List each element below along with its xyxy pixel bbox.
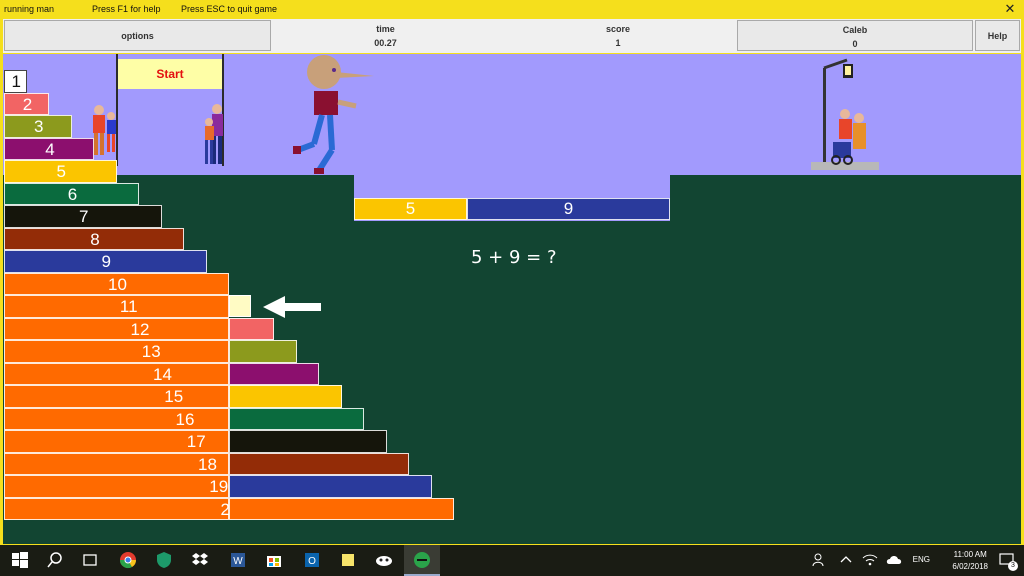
number-bar-label: 2 (22, 94, 33, 114)
number-bar-label: 4 (45, 139, 55, 159)
task-view-icon[interactable] (80, 550, 100, 570)
number-bar-16: 16 (4, 407, 229, 430)
outlook-icon[interactable]: O (302, 550, 322, 570)
dropbox-icon[interactable] (190, 550, 210, 570)
chevron-up-icon[interactable] (836, 550, 856, 570)
quit-hint: Press ESC to quit game (181, 4, 278, 14)
number-bar-15: 15 (4, 385, 229, 408)
number-bar-4: 4 (4, 137, 94, 160)
operand-a-label: 5 (405, 199, 416, 218)
extension-bar-17 (229, 430, 387, 453)
number-bar-label: 9 (101, 252, 111, 271)
number-bar-3: 3 (4, 115, 72, 138)
taskbar: W O ENG 11:00 AM 6/02/2018 3 (0, 545, 1024, 576)
operand-b-bar: 9 (467, 198, 670, 220)
shield-icon[interactable] (154, 550, 174, 570)
options-button[interactable]: options (4, 20, 271, 51)
info-bar: options time 00.27 score 1 Caleb 0 Help (3, 19, 1021, 53)
running-man-app-icon (414, 552, 430, 568)
extension-bar-19 (229, 475, 432, 498)
extension-bar-12 (229, 317, 274, 340)
number-bar-label: 7 (79, 207, 89, 226)
clock-date: 6/02/2018 (952, 562, 988, 571)
number-bar-6: 6 (4, 182, 139, 205)
score-panel: score 1 (501, 20, 735, 51)
unit-block[interactable] (229, 295, 251, 317)
number-bar-9: 9 (4, 250, 207, 273)
help-hint: Press F1 for help (92, 4, 161, 14)
time-value: 00.27 (374, 38, 397, 48)
number-bar-label: 6 (67, 184, 78, 204)
extension-bar-18 (229, 452, 409, 475)
extension-bar-15 (229, 385, 342, 408)
extension-bar-13 (229, 340, 297, 363)
number-bar-10: 10 (4, 272, 229, 295)
svg-text:W: W (233, 556, 243, 567)
operand-a-bar: 5 (354, 198, 467, 220)
player-score: 0 (852, 39, 858, 49)
game-area: Start 1234567 8 9 10 11 12 13 14 15 16 1… (3, 54, 1021, 544)
number-bar-8: 8 (4, 227, 184, 250)
sticky-notes-icon[interactable] (338, 550, 358, 570)
number-bar-label: 3 (34, 117, 44, 136)
clock-time: 11:00 AM (953, 550, 987, 559)
player-panel: Caleb 0 (737, 20, 973, 51)
running-man-icon (293, 55, 374, 174)
wifi-icon[interactable] (860, 550, 880, 570)
extension-bar-16 (229, 407, 364, 430)
math-question: 5 + 9 = ? (471, 247, 557, 268)
options-label: options (121, 31, 154, 41)
notification-count: 3 (1008, 561, 1018, 571)
number-bar-label: 8 (90, 229, 100, 249)
store-icon[interactable] (264, 550, 284, 570)
help-label: Help (987, 31, 1008, 41)
notifications-button[interactable]: 3 (998, 551, 1018, 571)
time-label: time (376, 24, 395, 34)
arrow-left-icon (263, 296, 321, 318)
number-bar-7: 7 (4, 205, 162, 228)
app-title: running man (4, 4, 55, 14)
number-bar-17: 17 (4, 430, 229, 453)
operand-b-label: 9 (563, 199, 574, 218)
help-button[interactable]: Help (975, 20, 1020, 51)
title-bar: running man Press F1 for help Press ESC … (0, 0, 1024, 18)
number-bar-13: 13 (4, 340, 229, 363)
spectator-couple-icon (205, 104, 223, 164)
time-panel: time 00.27 (273, 20, 498, 51)
svg-text:O: O (308, 556, 316, 567)
number-bar-14: 14 (4, 362, 229, 385)
number-bar-label: 1 (11, 72, 21, 91)
number-bar-label: 10 (108, 274, 127, 294)
close-button[interactable]: ✕ (999, 1, 1021, 17)
extension-bar-20 (229, 497, 454, 520)
number-bar-19: 19 (4, 475, 229, 498)
game-app-icon[interactable] (374, 550, 394, 570)
search-icon[interactable] (45, 550, 65, 570)
number-bar-1: 1 (4, 70, 27, 93)
people-icon[interactable] (810, 550, 830, 570)
windows-start-icon[interactable] (10, 550, 30, 570)
language-indicator[interactable]: ENG (913, 555, 930, 564)
number-bar-label: 11 (119, 297, 138, 316)
number-bar-11: 11 (4, 295, 229, 318)
score-value: 1 (615, 38, 621, 48)
start-sign: Start (118, 59, 222, 89)
number-bar-18: 18 (4, 452, 229, 475)
active-app-tab[interactable] (404, 545, 440, 576)
score-label: score (605, 24, 631, 34)
player-name: Caleb (842, 25, 868, 35)
word-icon[interactable]: W (228, 550, 248, 570)
number-bar-5: 5 (4, 160, 117, 183)
extension-bar-14 (229, 362, 319, 385)
number-bar-label: 5 (56, 162, 66, 181)
number-bar-20: 20 (4, 497, 239, 520)
chrome-icon[interactable] (118, 550, 138, 570)
clock[interactable]: 11:00 AM 6/02/2018 (952, 549, 988, 573)
number-bar-2: 2 (4, 92, 49, 115)
finish-group-icon (811, 58, 879, 170)
number-bar-12: 12 (4, 317, 229, 340)
cloud-icon[interactable] (884, 550, 904, 570)
